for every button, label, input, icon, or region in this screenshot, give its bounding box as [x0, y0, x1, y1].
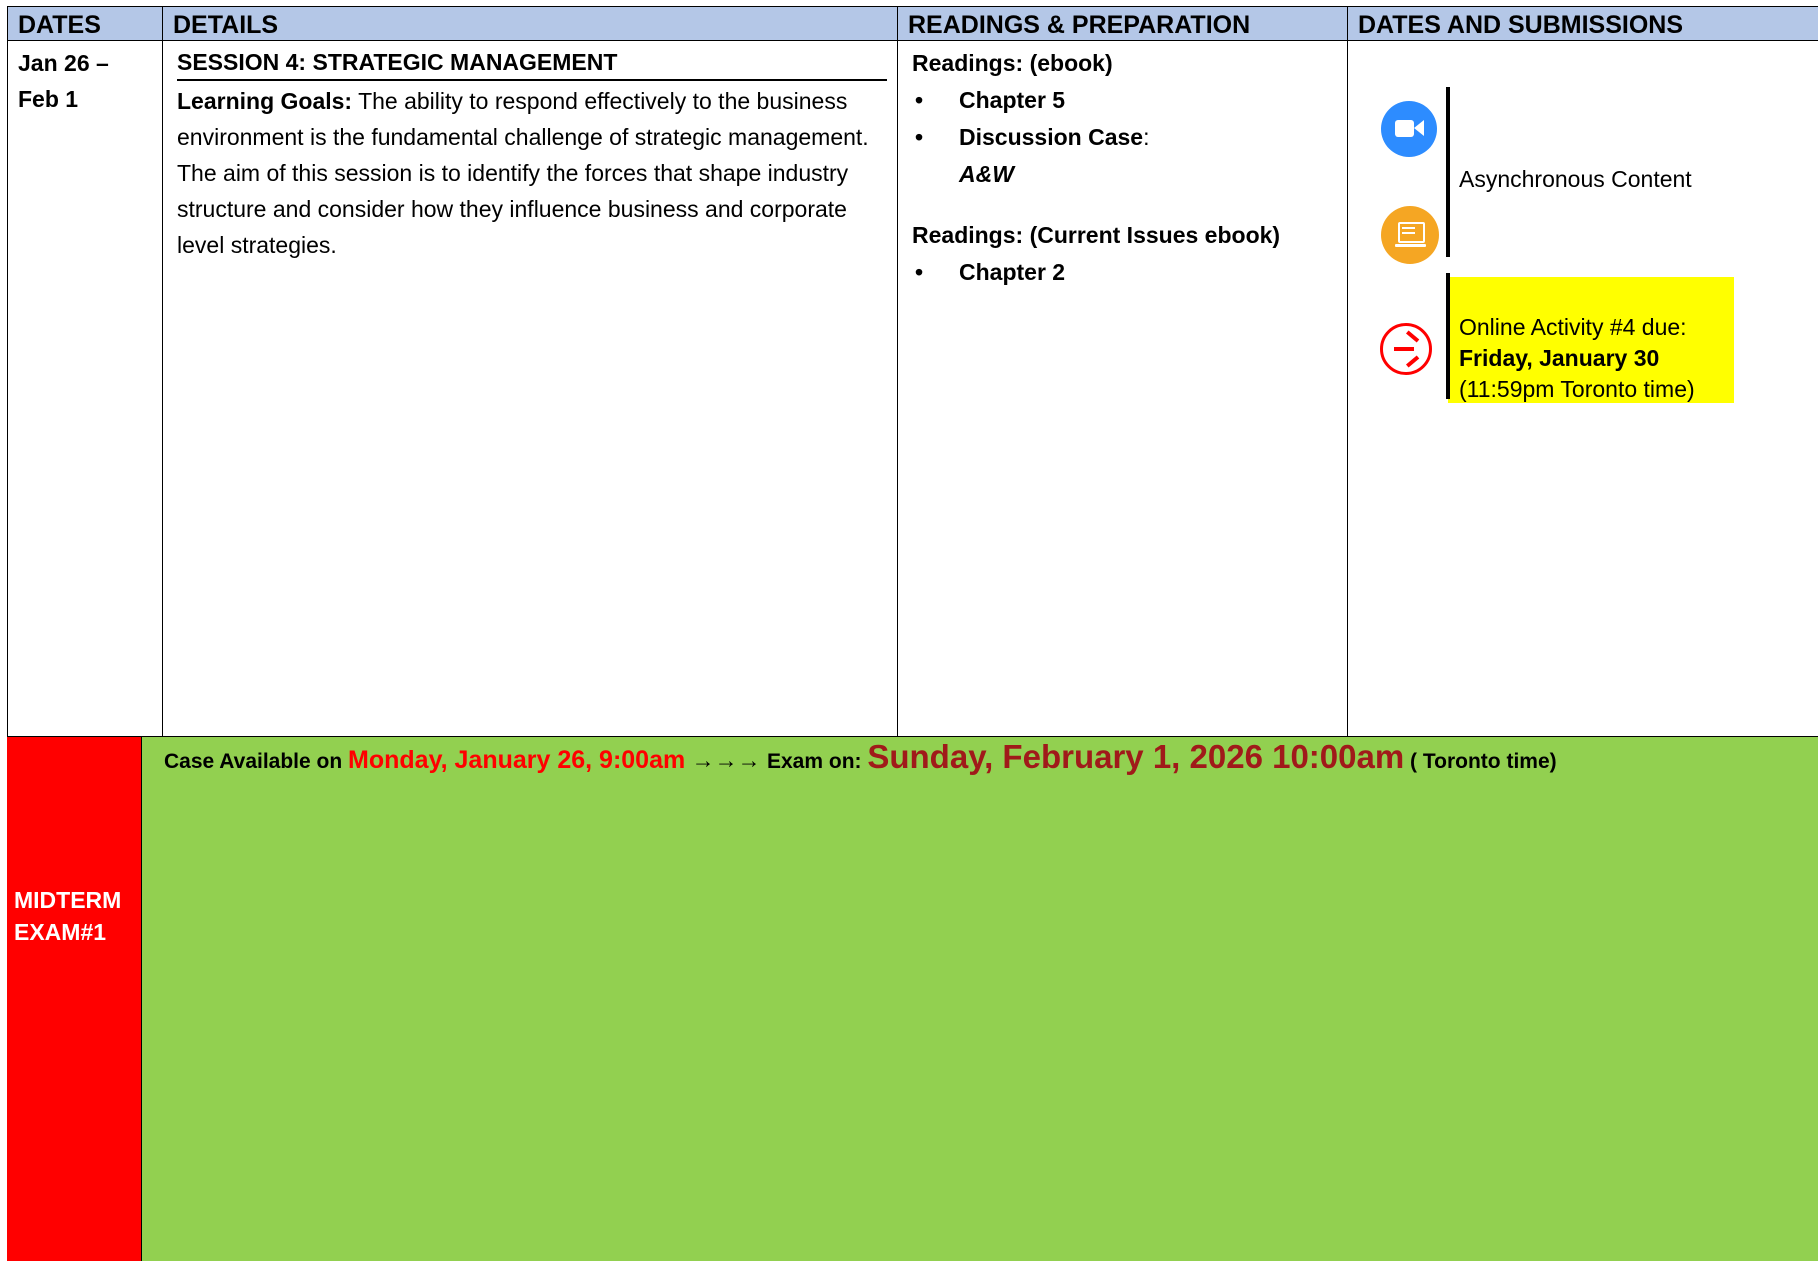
arrows-icon: →→→: [685, 747, 767, 773]
session-title: SESSION 4: STRATEGIC MANAGEMENT: [177, 45, 887, 81]
due-line3: (11:59pm Toronto time): [1459, 376, 1695, 402]
discussion-case-name: A&W: [959, 161, 1014, 187]
async-divider: [1446, 87, 1450, 257]
learning-goals-label: Learning Goals:: [177, 88, 353, 114]
toronto-time-note: ( Toronto time): [1404, 750, 1557, 773]
header-readings: READINGS & PREPARATION: [897, 6, 1348, 41]
presentation-screen-icon: [1381, 206, 1439, 264]
readings-heading-current-issues: Readings: (Current Issues ebook): [912, 222, 1281, 248]
session-dates-line1: Jan 26 –: [18, 50, 109, 76]
midterm-label-cell: [7, 736, 142, 1261]
due-divider: [1446, 273, 1450, 399]
arrow-right-circle-icon: [1380, 323, 1432, 375]
midterm-label: MIDTERM EXAM#1: [14, 884, 121, 948]
header-details: DETAILS: [162, 6, 898, 41]
midterm-label-line2: EXAM#1: [14, 919, 107, 945]
header-row: DATES DETAILS READINGS & PREPARATION DAT…: [7, 6, 1818, 41]
case-available-prefix: Case Available on: [164, 750, 349, 773]
midterm-schedule-line: Case Available on Monday, January 26, 9:…: [164, 738, 1557, 776]
header-submissions: DATES AND SUBMISSIONS: [1347, 6, 1818, 41]
readings-spacer: [912, 193, 1337, 217]
case-available-date: Monday, January 26, 9:00am: [348, 746, 686, 774]
session-dates-line2: Feb 1: [18, 86, 79, 112]
schedule-page: DATES DETAILS READINGS & PREPARATION DAT…: [0, 0, 1818, 1261]
video-camera-icon: [1381, 101, 1437, 157]
activity-due-text: Online Activity #4 due: Friday, January …: [1459, 312, 1695, 405]
discussion-case-colon: :: [1143, 124, 1150, 150]
header-dates: DATES: [7, 6, 163, 41]
reading-item-chapter2: Chapter 2: [912, 254, 1337, 291]
readings-heading-ebook: Readings: (ebook): [912, 50, 1113, 76]
midterm-details-cell: [142, 736, 1818, 1261]
discussion-case-label: Discussion Case: [959, 124, 1144, 150]
learning-goals: Learning Goals: The ability to respond e…: [177, 83, 877, 263]
exam-date: Sunday, February 1, 2026 10:00am: [867, 738, 1405, 775]
async-content-label: Asynchronous Content: [1459, 166, 1692, 192]
exam-on-prefix: Exam on:: [767, 750, 868, 773]
midterm-label-line1: MIDTERM: [14, 887, 122, 913]
reading-item-discussion-case: Discussion Case:: [912, 119, 1337, 156]
reading-item-chapter5: Chapter 5: [912, 82, 1337, 119]
due-line1: Online Activity #4 due:: [1459, 314, 1687, 340]
due-line2: Friday, January 30: [1459, 345, 1660, 371]
